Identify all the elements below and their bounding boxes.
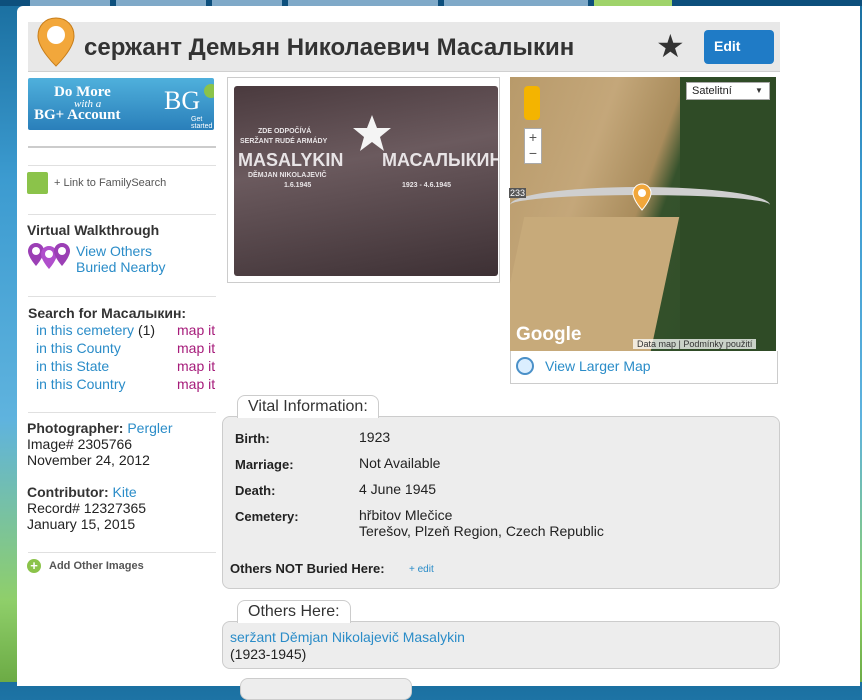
familysearch-tree-icon[interactable]: [27, 172, 48, 194]
inscription-surname-latin: MASALYKIN: [238, 150, 344, 170]
divider: [28, 165, 216, 166]
satellite-map[interactable]: [510, 77, 776, 351]
search-count: (1): [137, 322, 156, 338]
inscription-line: ZDE ODPOČÍVÁ: [258, 128, 312, 135]
marriage-label: Marriage:: [235, 457, 294, 472]
road-number: 233: [509, 188, 527, 198]
google-logo: Google: [516, 324, 582, 345]
inscription-line: 1923 - 4.6.1945: [402, 182, 452, 189]
marriage-value: Not Available: [359, 455, 441, 471]
cemetery-label: Cemetery:: [235, 509, 299, 524]
gravestone-photo[interactable]: ZDE ODPOČÍVÁ SERŽANT RUDÉ ARMÁDY MASALYK…: [227, 77, 500, 283]
vital-info-tab: Vital Information:: [237, 395, 379, 418]
zoom-in-button[interactable]: +: [525, 129, 541, 145]
promo-line3: BG+ Account: [34, 107, 121, 123]
zoom-out-button[interactable]: −: [525, 145, 541, 161]
view-larger-map-link[interactable]: View Larger Map: [545, 358, 651, 374]
gravestone-image: ZDE ODPOČÍVÁ SERŽANT RUDÉ ARMÁDY MASALYK…: [234, 86, 498, 276]
others-edit-link[interactable]: + edit: [409, 564, 434, 575]
search-row-state: in this State map it: [36, 358, 215, 374]
map-it-link[interactable]: map it: [177, 322, 215, 338]
divider: [28, 146, 216, 148]
promo-cta: Get started: [191, 116, 213, 130]
photo-date: November 24, 2012: [27, 452, 150, 468]
inscription-surname-cyrillic: МАСАЛЫКИН: [382, 150, 498, 170]
search-row-country: in this Country map it: [36, 376, 215, 392]
other-person-dates: (1923-1945): [230, 646, 307, 662]
divider: [28, 552, 216, 553]
page-title: сержант Демьян Николаевич Масалыкин: [84, 34, 575, 61]
bgplus-promo-banner[interactable]: Do More with a BG+ Account BG Get starte…: [28, 78, 214, 130]
virtual-walkthrough-heading: Virtual Walkthrough: [27, 222, 160, 238]
divider: [28, 214, 216, 215]
contributor-link[interactable]: Kite: [113, 484, 137, 500]
map-it-link[interactable]: map it: [177, 376, 215, 392]
divider: [28, 412, 216, 413]
search-heading: Search for Масалыкин:: [28, 305, 187, 321]
view-others-link[interactable]: View Others: [76, 243, 152, 259]
photographer-link[interactable]: Pergler: [127, 420, 172, 436]
map-it-link[interactable]: map it: [177, 358, 215, 374]
street-view-pegman-icon[interactable]: [524, 86, 540, 120]
others-not-buried-label: Others NOT Buried Here:: [230, 561, 385, 576]
inscription-line: SERŽANT RUDÉ ARMÁDY: [240, 138, 328, 145]
map-data-link[interactable]: Data map: [637, 339, 676, 349]
chevron-down-icon: ▼: [755, 86, 763, 95]
birth-value: 1923: [359, 429, 391, 445]
contribution-date: January 15, 2015: [27, 516, 136, 532]
divider: [28, 296, 216, 297]
inscription-line: 1.6.1945: [284, 182, 312, 189]
map-pin-icon: [37, 17, 75, 67]
promo-brand: BG: [164, 86, 201, 115]
add-images-label: Add Other Images: [49, 559, 144, 572]
photographer-label: Photographer:: [27, 420, 124, 436]
others-here-tab: Others Here:: [237, 600, 351, 623]
familysearch-link[interactable]: + Link to FamilySearch: [54, 177, 166, 189]
search-state-link[interactable]: in this State: [36, 358, 109, 374]
inscription-line: DĚMJAN NIKOLAJEVIČ: [248, 172, 327, 179]
record-number: Record# 12327365: [27, 500, 147, 516]
cemetery-location: Terešov, Plzeň Region, Czech Republic: [359, 523, 604, 539]
plus-badge-icon: [204, 84, 214, 98]
death-value: 4 June 1945: [359, 481, 437, 497]
edit-button[interactable]: Edit: [704, 30, 774, 64]
search-row-county: in this County map it: [36, 340, 215, 356]
search-country-link[interactable]: in this Country: [36, 376, 125, 392]
next-section-tab: [240, 678, 412, 700]
search-county-link[interactable]: in this County: [36, 340, 121, 356]
contributor-label: Contributor:: [27, 484, 109, 500]
map-terms-link[interactable]: Podmínky použití: [683, 339, 752, 349]
red-star-icon: [353, 115, 391, 151]
search-cemetery-link[interactable]: in this cemetery: [36, 322, 134, 338]
cemetery-link[interactable]: hřbitov Mlečice: [359, 507, 452, 523]
death-label: Death:: [235, 483, 276, 498]
map-it-link[interactable]: map it: [177, 340, 215, 356]
magnifier-icon: [516, 357, 534, 375]
birth-label: Birth:: [235, 431, 270, 446]
star-icon[interactable]: ★: [656, 30, 685, 62]
other-person-link[interactable]: seržant Děmjan Nikolajevič Masalykin: [230, 629, 465, 645]
cemetery-map-pin-icon[interactable]: [632, 183, 652, 211]
search-row-cemetery: in this cemetery (1) map it: [36, 322, 215, 338]
map-footer: Data map | Podmínky použití: [633, 339, 757, 349]
zoom-control: + −: [524, 128, 542, 164]
photographer-info: Photographer: Pergler Image# 2305766 Nov…: [27, 420, 172, 468]
contributor-info: Contributor: Kite Record# 12327365 Janua…: [27, 484, 146, 532]
buried-nearby-link[interactable]: Buried Nearby: [76, 259, 166, 275]
add-circle-icon: +: [27, 559, 41, 573]
add-other-images-link[interactable]: + Add Other Images: [27, 559, 144, 573]
multiple-pins-icon[interactable]: [27, 242, 71, 274]
view-larger-map-bar[interactable]: View Larger Map: [510, 351, 778, 384]
image-number: Image# 2305766: [27, 436, 133, 452]
